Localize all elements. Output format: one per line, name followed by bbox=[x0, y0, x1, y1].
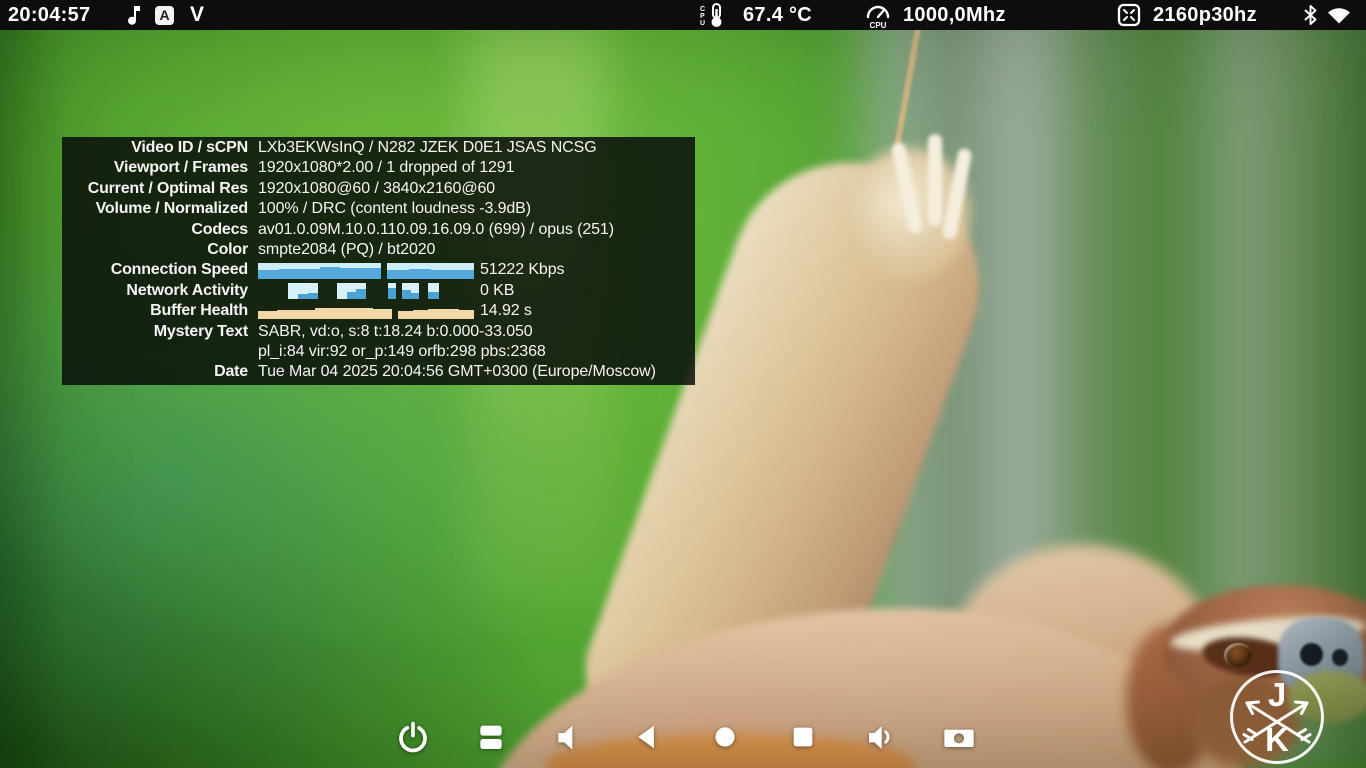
display-resolution-icon bbox=[1116, 0, 1142, 30]
watermark-letter-j: J bbox=[1267, 676, 1287, 713]
power-button[interactable] bbox=[396, 720, 430, 754]
stat-row-buffer-health: Buffer Health 14.92 s bbox=[62, 301, 695, 321]
clock: 20:04:57 bbox=[8, 3, 91, 26]
stat-label: Connection Speed bbox=[110, 261, 248, 279]
stat-label: Network Activity bbox=[126, 281, 248, 299]
stat-label: Codecs bbox=[191, 220, 248, 238]
stat-row-connection-speed: Connection Speed 51222 Kbps bbox=[62, 260, 695, 280]
stat-label: Color bbox=[207, 241, 248, 259]
status-bar: 20:04:57 A V C P U 67.4 °C CPU 1000,0Mhz… bbox=[0, 0, 1366, 30]
stat-label: Video ID / sCPN bbox=[131, 139, 248, 156]
stats-for-nerds-panel: Video ID / sCPN LXb3EKWsInQ / N282 JZEK … bbox=[62, 137, 695, 385]
stat-value: 0 KB bbox=[480, 281, 515, 299]
stat-value: smpte2084 (PQ) / bt2020 bbox=[258, 241, 436, 259]
stat-row-volume: Volume / Normalized 100% / DRC (content … bbox=[62, 199, 695, 219]
network-activity-graph bbox=[258, 281, 470, 301]
wifi-icon bbox=[1326, 0, 1352, 30]
cpu-gauge-icon: CPU bbox=[862, 0, 894, 30]
home-button[interactable] bbox=[711, 723, 739, 751]
stat-row-mystery-text: Mystery Text SABR, vd:o, s:8 t:18.24 b:0… bbox=[62, 322, 695, 342]
svg-text:C: C bbox=[700, 6, 705, 13]
stat-row-video-id: Video ID / sCPN LXb3EKWsInQ / N282 JZEK … bbox=[62, 138, 695, 158]
stat-value: 1920x1080*2.00 / 1 dropped of 1291 bbox=[258, 159, 515, 177]
watermark-letter-k: K bbox=[1265, 721, 1289, 758]
screenshot-camera-button[interactable] bbox=[943, 721, 975, 753]
stat-value: 1920x1080@60 / 3840x2160@60 bbox=[258, 179, 496, 197]
stat-row-network-activity: Network Activity 0 KB bbox=[62, 281, 695, 301]
stat-value: 14.92 s bbox=[480, 302, 532, 320]
svg-text:U: U bbox=[700, 20, 705, 27]
volume-down-button[interactable] bbox=[553, 721, 585, 753]
stat-label: Mystery Text bbox=[153, 322, 248, 340]
cpu-freq-value: 1000,0Mhz bbox=[903, 3, 1006, 26]
display-mode-value: 2160p30hz bbox=[1153, 3, 1257, 26]
stat-row-codecs: Codecs av01.0.09M.10.0.110.09.16.09.0 (6… bbox=[62, 220, 695, 240]
stat-value: av01.0.09M.10.0.110.09.16.09.0 (699) / o… bbox=[258, 220, 614, 238]
stat-value: LXb3EKWsInQ / N282 JZEK D0E1 JSAS NCSG bbox=[258, 139, 597, 156]
stat-label bbox=[62, 342, 258, 362]
tv-screen: 20:04:57 A V C P U 67.4 °C CPU 1000,0Mhz… bbox=[0, 0, 1366, 768]
menu-drawer-button[interactable] bbox=[475, 721, 507, 753]
stat-label: Volume / Normalized bbox=[95, 200, 249, 218]
stat-label: Buffer Health bbox=[150, 302, 248, 320]
sloth-nostril bbox=[1332, 649, 1348, 666]
recents-button[interactable] bbox=[789, 723, 817, 751]
cpu-thermometer-icon: C P U bbox=[697, 0, 729, 30]
music-note-icon bbox=[122, 0, 142, 30]
stat-value: Tue Mar 04 2025 20:04:56 GMT+0300 (Europ… bbox=[258, 363, 656, 381]
stat-value: pl_i:84 vir:92 or_p:149 orfb:298 pbs:236… bbox=[258, 343, 546, 361]
bluetooth-icon bbox=[1303, 0, 1318, 30]
stat-row-mystery-text-2: pl_i:84 vir:92 or_p:149 orfb:298 pbs:236… bbox=[62, 342, 695, 362]
volume-up-button[interactable] bbox=[865, 721, 897, 753]
connection-speed-graph bbox=[258, 261, 474, 281]
sloth-claw bbox=[928, 134, 942, 226]
app-a-icon: A bbox=[155, 0, 174, 30]
jk-watermark-logo: J K bbox=[1230, 670, 1324, 764]
back-button[interactable] bbox=[632, 722, 662, 752]
stat-label: Viewport / Frames bbox=[113, 159, 248, 177]
stat-row-date: Date Tue Mar 04 2025 20:04:56 GMT+0300 (… bbox=[62, 362, 695, 382]
stat-value: 100% / DRC (content loudness -3.9dB) bbox=[258, 200, 531, 218]
stat-row-resolution: Current / Optimal Res 1920x1080@60 / 384… bbox=[62, 179, 695, 199]
buffer-health-graph bbox=[258, 301, 474, 321]
sloth-eye bbox=[1224, 643, 1252, 667]
gauge-cpu-label: CPU bbox=[870, 21, 887, 29]
stat-label: Date bbox=[214, 363, 248, 381]
sloth-nostril bbox=[1300, 643, 1323, 666]
stat-value: SABR, vd:o, s:8 t:18.24 b:0.000-33.050 bbox=[258, 322, 533, 340]
stat-label: Current / Optimal Res bbox=[87, 179, 248, 197]
stat-row-color: Color smpte2084 (PQ) / bt2020 bbox=[62, 240, 695, 260]
svg-text:P: P bbox=[700, 13, 705, 20]
cpu-temp-value: 67.4 °C bbox=[743, 3, 813, 26]
app-v-icon: V bbox=[190, 3, 205, 26]
stat-value: 51222 Kbps bbox=[480, 261, 565, 279]
stat-row-viewport: Viewport / Frames 1920x1080*2.00 / 1 dro… bbox=[62, 158, 695, 178]
